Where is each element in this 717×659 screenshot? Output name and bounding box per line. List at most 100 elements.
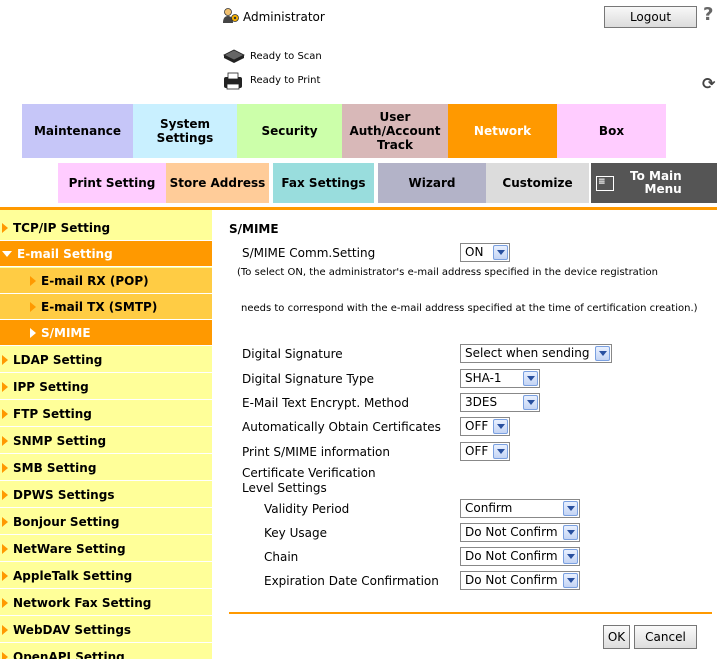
sidebar-item-snmp[interactable]: SNMP Setting: [0, 428, 212, 454]
sidebar-item-smime[interactable]: S/MIME: [0, 320, 212, 346]
form-divider: [229, 612, 712, 614]
chevron-down-icon: [563, 549, 578, 564]
encrypt-method-select[interactable]: 3DES: [460, 393, 540, 412]
tab-label: Box: [598, 124, 625, 138]
registration-note-1: (To select ON, the administrator's e-mai…: [237, 267, 658, 278]
digital-signature-type-label: Digital Signature Type: [242, 372, 374, 386]
arrow-icon: [2, 516, 8, 527]
encrypt-method-label: E-Mail Text Encrypt. Method: [242, 396, 409, 410]
help-icon[interactable]: ?: [703, 4, 717, 26]
arrow-icon: [2, 597, 8, 608]
smime-comm-select[interactable]: ON: [460, 243, 510, 262]
chevron-down-icon: [563, 501, 578, 516]
tab-network[interactable]: Network: [448, 104, 557, 158]
validity-period-select[interactable]: Confirm: [460, 499, 580, 518]
auto-obtain-label: Automatically Obtain Certificates: [242, 420, 441, 434]
sidebar-item-tcpip[interactable]: TCP/IP Setting: [0, 215, 212, 241]
arrow-icon: [2, 408, 8, 419]
ok-button[interactable]: OK: [603, 625, 630, 649]
key-usage-select[interactable]: Do Not Confirm: [460, 523, 580, 542]
sidebar-item-email-setting[interactable]: E-mail Setting: [0, 241, 212, 267]
arrow-icon: [30, 275, 36, 286]
chevron-down-icon: [523, 395, 538, 410]
tab-security[interactable]: Security: [237, 104, 342, 158]
scanner-icon: [222, 49, 246, 63]
expiration-date-label: Expiration Date Confirmation: [264, 574, 439, 588]
sidebar-item-ftp[interactable]: FTP Setting: [0, 401, 212, 427]
arrow-icon: [2, 222, 8, 233]
digital-signature-label: Digital Signature: [242, 347, 343, 361]
subtab-fax-settings[interactable]: Fax Settings: [273, 163, 374, 203]
tab-label: System Settings: [156, 117, 214, 145]
sidebar-item-bonjour[interactable]: Bonjour Setting: [0, 509, 212, 535]
select-value: Do Not Confirm: [465, 549, 558, 563]
arrow-icon: [30, 301, 36, 312]
select-value: OFF: [465, 419, 489, 433]
scan-status: Ready to Scan: [250, 51, 322, 62]
arrow-icon: [2, 354, 8, 365]
key-usage-label: Key Usage: [264, 526, 327, 540]
smime-comm-label: S/MIME Comm.Setting: [242, 246, 376, 260]
tab-label: Network: [473, 124, 532, 138]
subtab-customize[interactable]: Customize: [486, 163, 589, 203]
arrow-down-icon: [2, 250, 12, 257]
arrow-icon: [2, 543, 8, 554]
subtab-store-address[interactable]: Store Address: [166, 163, 269, 203]
sidebar-item-smb[interactable]: SMB Setting: [0, 455, 212, 481]
arrow-icon: [30, 327, 36, 338]
tab-maintenance[interactable]: Maintenance: [22, 104, 133, 158]
sidebar-item-label: Bonjour Setting: [13, 514, 120, 529]
expiration-date-select[interactable]: Do Not Confirm: [460, 571, 580, 590]
sidebar-item-openapi[interactable]: OpenAPI Setting: [0, 644, 212, 659]
sidebar-item-ldap[interactable]: LDAP Setting: [0, 347, 212, 373]
arrow-icon: [2, 381, 8, 392]
sidebar-item-label: NetWare Setting: [13, 541, 126, 556]
logout-button[interactable]: Logout: [604, 6, 697, 28]
sidebar-item-webdav[interactable]: WebDAV Settings: [0, 617, 212, 643]
subtab-label: Customize: [502, 176, 573, 190]
tab-box[interactable]: Box: [557, 104, 666, 158]
tab-label: Maintenance: [33, 124, 121, 138]
subtab-print-setting[interactable]: Print Setting: [58, 163, 166, 203]
digital-signature-type-select[interactable]: SHA-1: [460, 369, 540, 388]
sidebar-item-ipp[interactable]: IPP Setting: [0, 374, 212, 400]
chevron-down-icon: [563, 573, 578, 588]
chevron-down-icon: [493, 444, 508, 459]
refresh-icon[interactable]: ⟳: [702, 74, 717, 93]
sidebar-item-label: WebDAV Settings: [13, 622, 132, 637]
tab-user-auth[interactable]: User Auth/Account Track: [342, 104, 448, 158]
sidebar-item-email-rx[interactable]: E-mail RX (POP): [0, 268, 212, 294]
subtab-label: To Main Menu: [630, 169, 682, 196]
sidebar-item-email-tx[interactable]: E-mail TX (SMTP): [0, 294, 212, 320]
printer-icon: [222, 72, 244, 90]
tab-label: Security: [261, 124, 318, 138]
chain-label: Chain: [264, 550, 299, 564]
select-value: SHA-1: [465, 371, 502, 385]
select-value: Confirm: [465, 501, 513, 515]
select-value: OFF: [465, 444, 489, 458]
to-main-menu-button[interactable]: ≡ To Main Menu: [591, 163, 717, 203]
sidebar-item-dpws[interactable]: DPWS Settings: [0, 482, 212, 508]
sidebar-item-label: FTP Setting: [13, 406, 92, 421]
digital-signature-select[interactable]: Select when sending: [460, 344, 612, 363]
chain-select[interactable]: Do Not Confirm: [460, 547, 580, 566]
chevron-down-icon: [523, 371, 538, 386]
cancel-button[interactable]: Cancel: [634, 625, 697, 649]
auto-obtain-select[interactable]: OFF: [460, 417, 510, 436]
subtab-wizard[interactable]: Wizard: [378, 163, 486, 203]
sidebar-item-network-fax[interactable]: Network Fax Setting: [0, 590, 212, 616]
sidebar-item-netware[interactable]: NetWare Setting: [0, 536, 212, 562]
cert-verification-label: Certificate Verification Level Settings: [242, 466, 376, 495]
tab-system-settings[interactable]: System Settings: [133, 104, 237, 158]
sidebar-item-label: IPP Setting: [13, 379, 89, 394]
chevron-down-icon: [493, 245, 508, 260]
tab-label: User Auth/Account Track: [349, 110, 441, 152]
arrow-icon: [2, 651, 8, 659]
print-smime-info-select[interactable]: OFF: [460, 442, 510, 461]
subtab-label: Store Address: [169, 176, 266, 190]
sidebar-item-appletalk[interactable]: AppleTalk Setting: [0, 563, 212, 589]
sidebar-item-label: S/MIME: [41, 325, 91, 340]
administrator-icon: [222, 7, 240, 25]
registration-note-2: needs to correspond with the e-mail addr…: [241, 303, 698, 314]
chevron-down-icon: [493, 419, 508, 434]
